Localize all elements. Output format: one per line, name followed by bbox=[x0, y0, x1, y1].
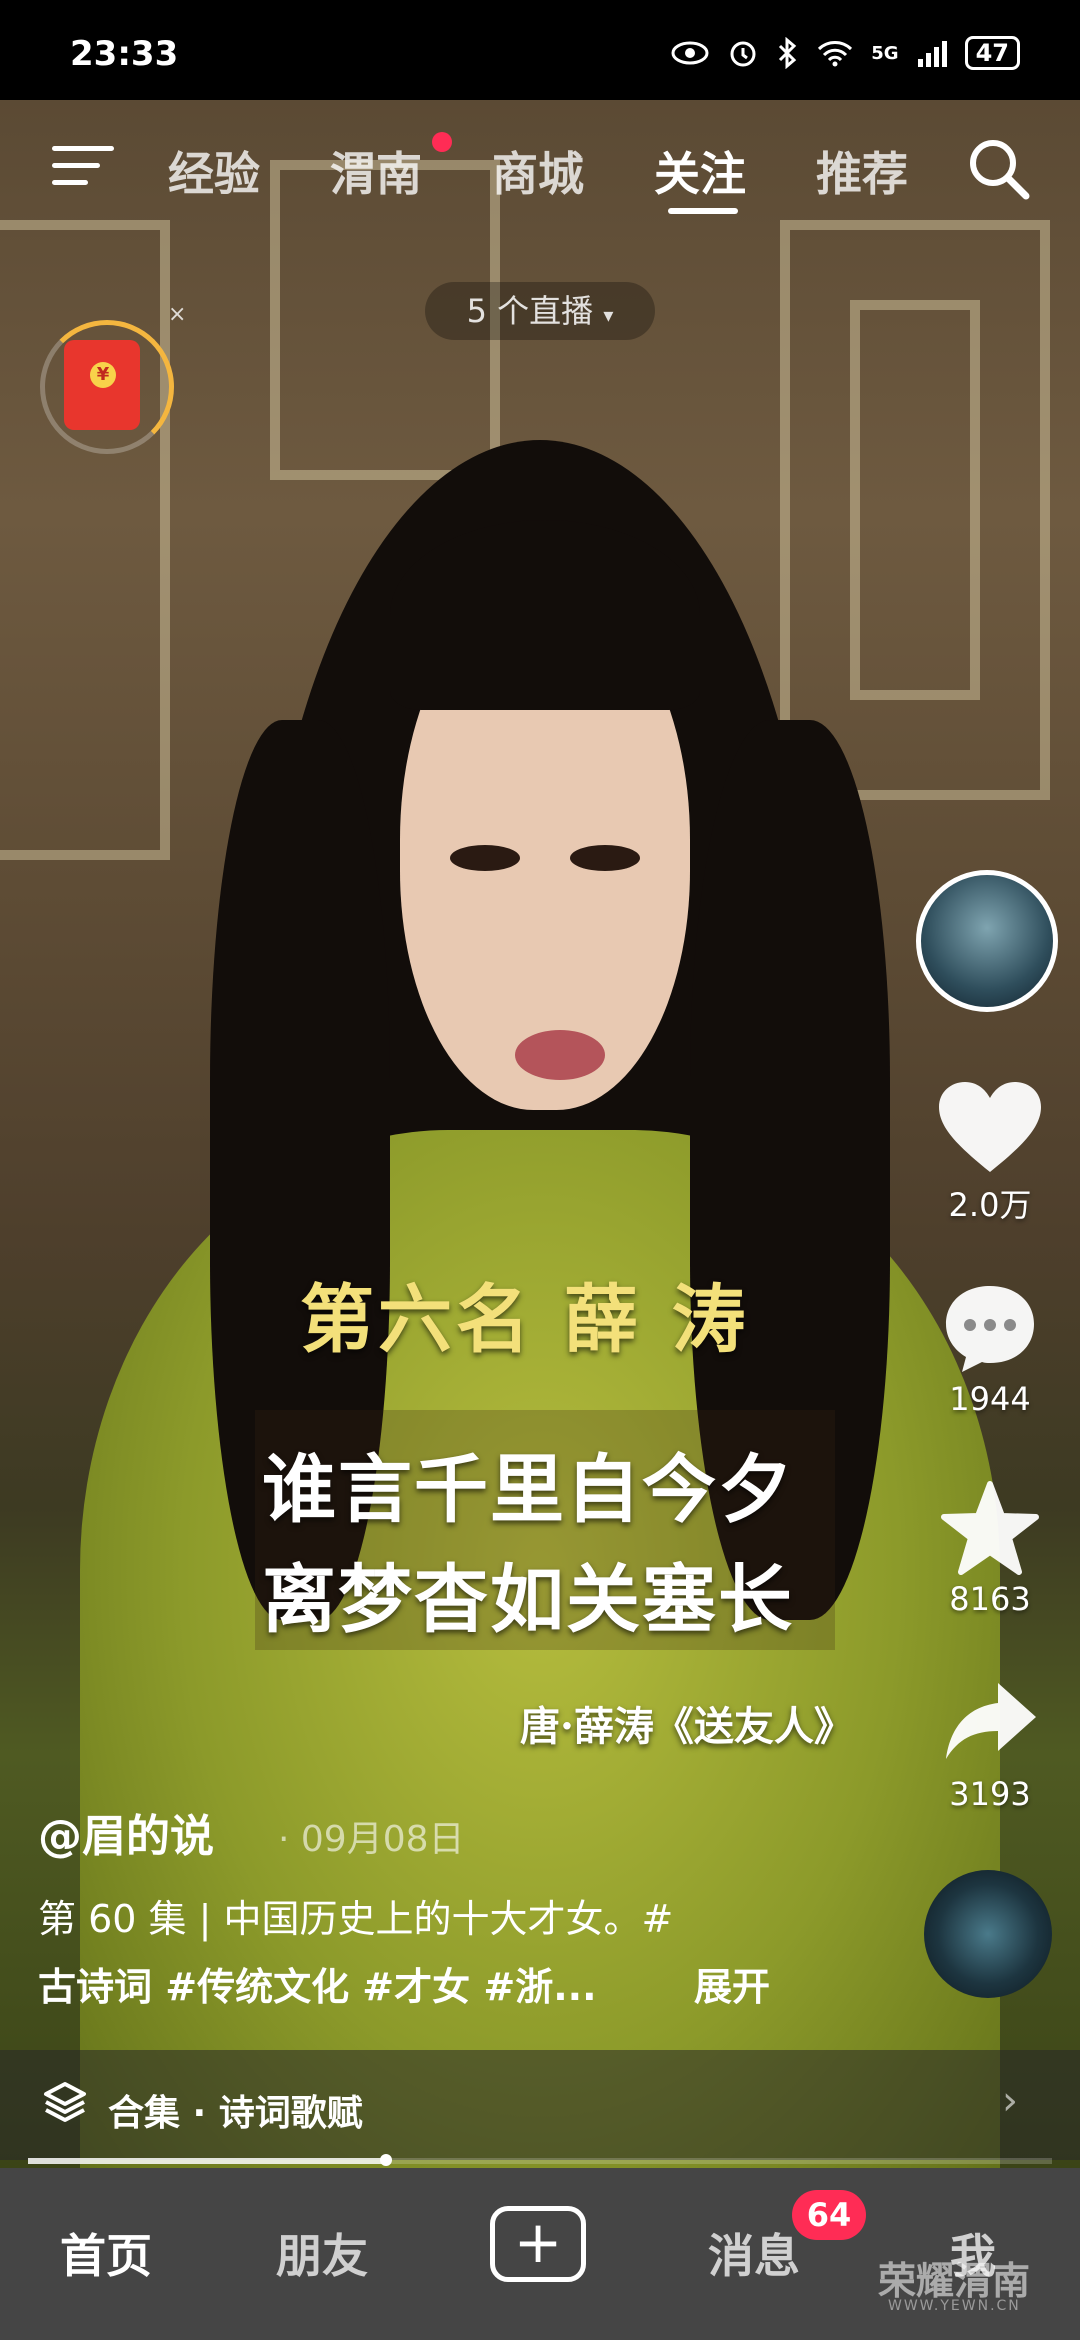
status-time: 23:33 bbox=[70, 34, 179, 74]
description-line-1: 第 60 集 | 中国历史上的十大才女。# bbox=[38, 1897, 674, 1941]
status-bar: 23:33 5G 47 bbox=[0, 0, 1080, 100]
watermark-logo: 荣耀渭南 bbox=[878, 2259, 1031, 2303]
favorite-count: 8163 bbox=[949, 1580, 1031, 1618]
red-packet-widget[interactable]: ¥ bbox=[40, 320, 174, 454]
comment-group: 1944 bbox=[910, 1280, 1070, 1418]
eye-left bbox=[450, 845, 520, 871]
heart-icon[interactable] bbox=[935, 1080, 1045, 1176]
network-label: 5G bbox=[871, 42, 899, 64]
subtitle-poem-line-2: 离梦杳如关塞长 bbox=[262, 1557, 794, 1643]
battery-icon: 47 bbox=[964, 36, 1020, 70]
comment-icon[interactable] bbox=[940, 1280, 1040, 1376]
like-group: 2.0万 bbox=[910, 1080, 1070, 1226]
nav-home[interactable]: 首页 bbox=[60, 2220, 152, 2286]
video-progress-bar[interactable] bbox=[28, 2158, 1052, 2164]
window-lattice bbox=[0, 220, 170, 860]
subtitle-poem-source: 唐·薛涛《送友人》 bbox=[520, 1703, 854, 1750]
post-date: · 09月08日 bbox=[278, 1819, 465, 1860]
status-icons: 5G 47 bbox=[671, 36, 1020, 70]
expand-button[interactable]: 展开 bbox=[694, 1956, 770, 2011]
tab-experience[interactable]: 经验 bbox=[168, 138, 260, 204]
comment-count: 1944 bbox=[949, 1380, 1031, 1418]
eye-icon bbox=[671, 41, 709, 65]
nav-friends[interactable]: 朋友 bbox=[276, 2220, 368, 2286]
avatar[interactable] bbox=[916, 870, 1058, 1012]
wifi-icon bbox=[818, 41, 853, 67]
active-tab-underline bbox=[668, 208, 738, 214]
top-nav: 经验 渭南 商城 关注 推荐 bbox=[0, 130, 1080, 214]
collection-label: 合集 · 诗词歌赋 bbox=[108, 2093, 363, 2134]
window-lattice bbox=[850, 300, 980, 700]
mouth bbox=[515, 1030, 605, 1080]
share-group: 3193 bbox=[910, 1675, 1070, 1813]
author-avatar-group bbox=[910, 860, 1070, 1040]
red-packet-close-button[interactable]: × bbox=[168, 302, 186, 327]
menu-icon[interactable] bbox=[52, 146, 114, 197]
tab-weinan[interactable]: 渭南 bbox=[330, 138, 422, 204]
watermark-url: WWW.YEWN.CN bbox=[888, 2298, 1021, 2314]
layers-icon bbox=[44, 2082, 86, 2122]
live-count-pill[interactable]: 5 个直播 ▾ bbox=[425, 282, 655, 340]
bottom-nav: 首页 朋友 + 消息 64 我 荣耀渭南 WWW.YEWN.CN bbox=[0, 2168, 1080, 2340]
subtitle-poem-line-1: 谁言千里自今夕 bbox=[262, 1447, 794, 1533]
tab-following[interactable]: 关注 bbox=[654, 138, 746, 204]
yuan-coin-icon: ¥ bbox=[90, 362, 116, 388]
alarm-icon bbox=[730, 41, 756, 67]
author-name[interactable]: @眉的说 bbox=[38, 1800, 214, 1864]
nav-messages[interactable]: 消息 bbox=[708, 2220, 800, 2286]
dropdown-arrow-icon: ▾ bbox=[603, 303, 614, 327]
share-count: 3193 bbox=[949, 1775, 1031, 1813]
create-button[interactable]: + bbox=[490, 2206, 586, 2282]
live-count-label: 5 个直播 bbox=[466, 292, 594, 330]
tab-weinan-red-dot bbox=[432, 132, 452, 152]
signal-icon bbox=[917, 41, 947, 67]
bangs bbox=[390, 520, 700, 710]
tab-recommend[interactable]: 推荐 bbox=[816, 138, 908, 204]
video-progress-fill bbox=[28, 2158, 387, 2164]
share-arrow-icon[interactable] bbox=[940, 1675, 1040, 1771]
tab-mall[interactable]: 商城 bbox=[492, 138, 584, 204]
music-disc-icon[interactable] bbox=[924, 1870, 1052, 1998]
favorite-group: 8163 bbox=[910, 1480, 1070, 1618]
search-icon[interactable] bbox=[966, 136, 1032, 202]
bluetooth-icon bbox=[779, 37, 797, 69]
like-count: 2.0万 bbox=[948, 1186, 1032, 1224]
eye-right bbox=[570, 845, 640, 871]
chevron-right-icon: › bbox=[1002, 2078, 1018, 2124]
star-icon[interactable] bbox=[940, 1480, 1040, 1576]
music-disc-group bbox=[910, 1870, 1070, 2010]
subtitle-rank-title: 第六名 薛 涛 bbox=[300, 1277, 750, 1363]
description-line-2[interactable]: 古诗词 #传统文化 #才女 #浙... bbox=[38, 1956, 597, 2011]
messages-badge: 64 bbox=[792, 2190, 866, 2240]
